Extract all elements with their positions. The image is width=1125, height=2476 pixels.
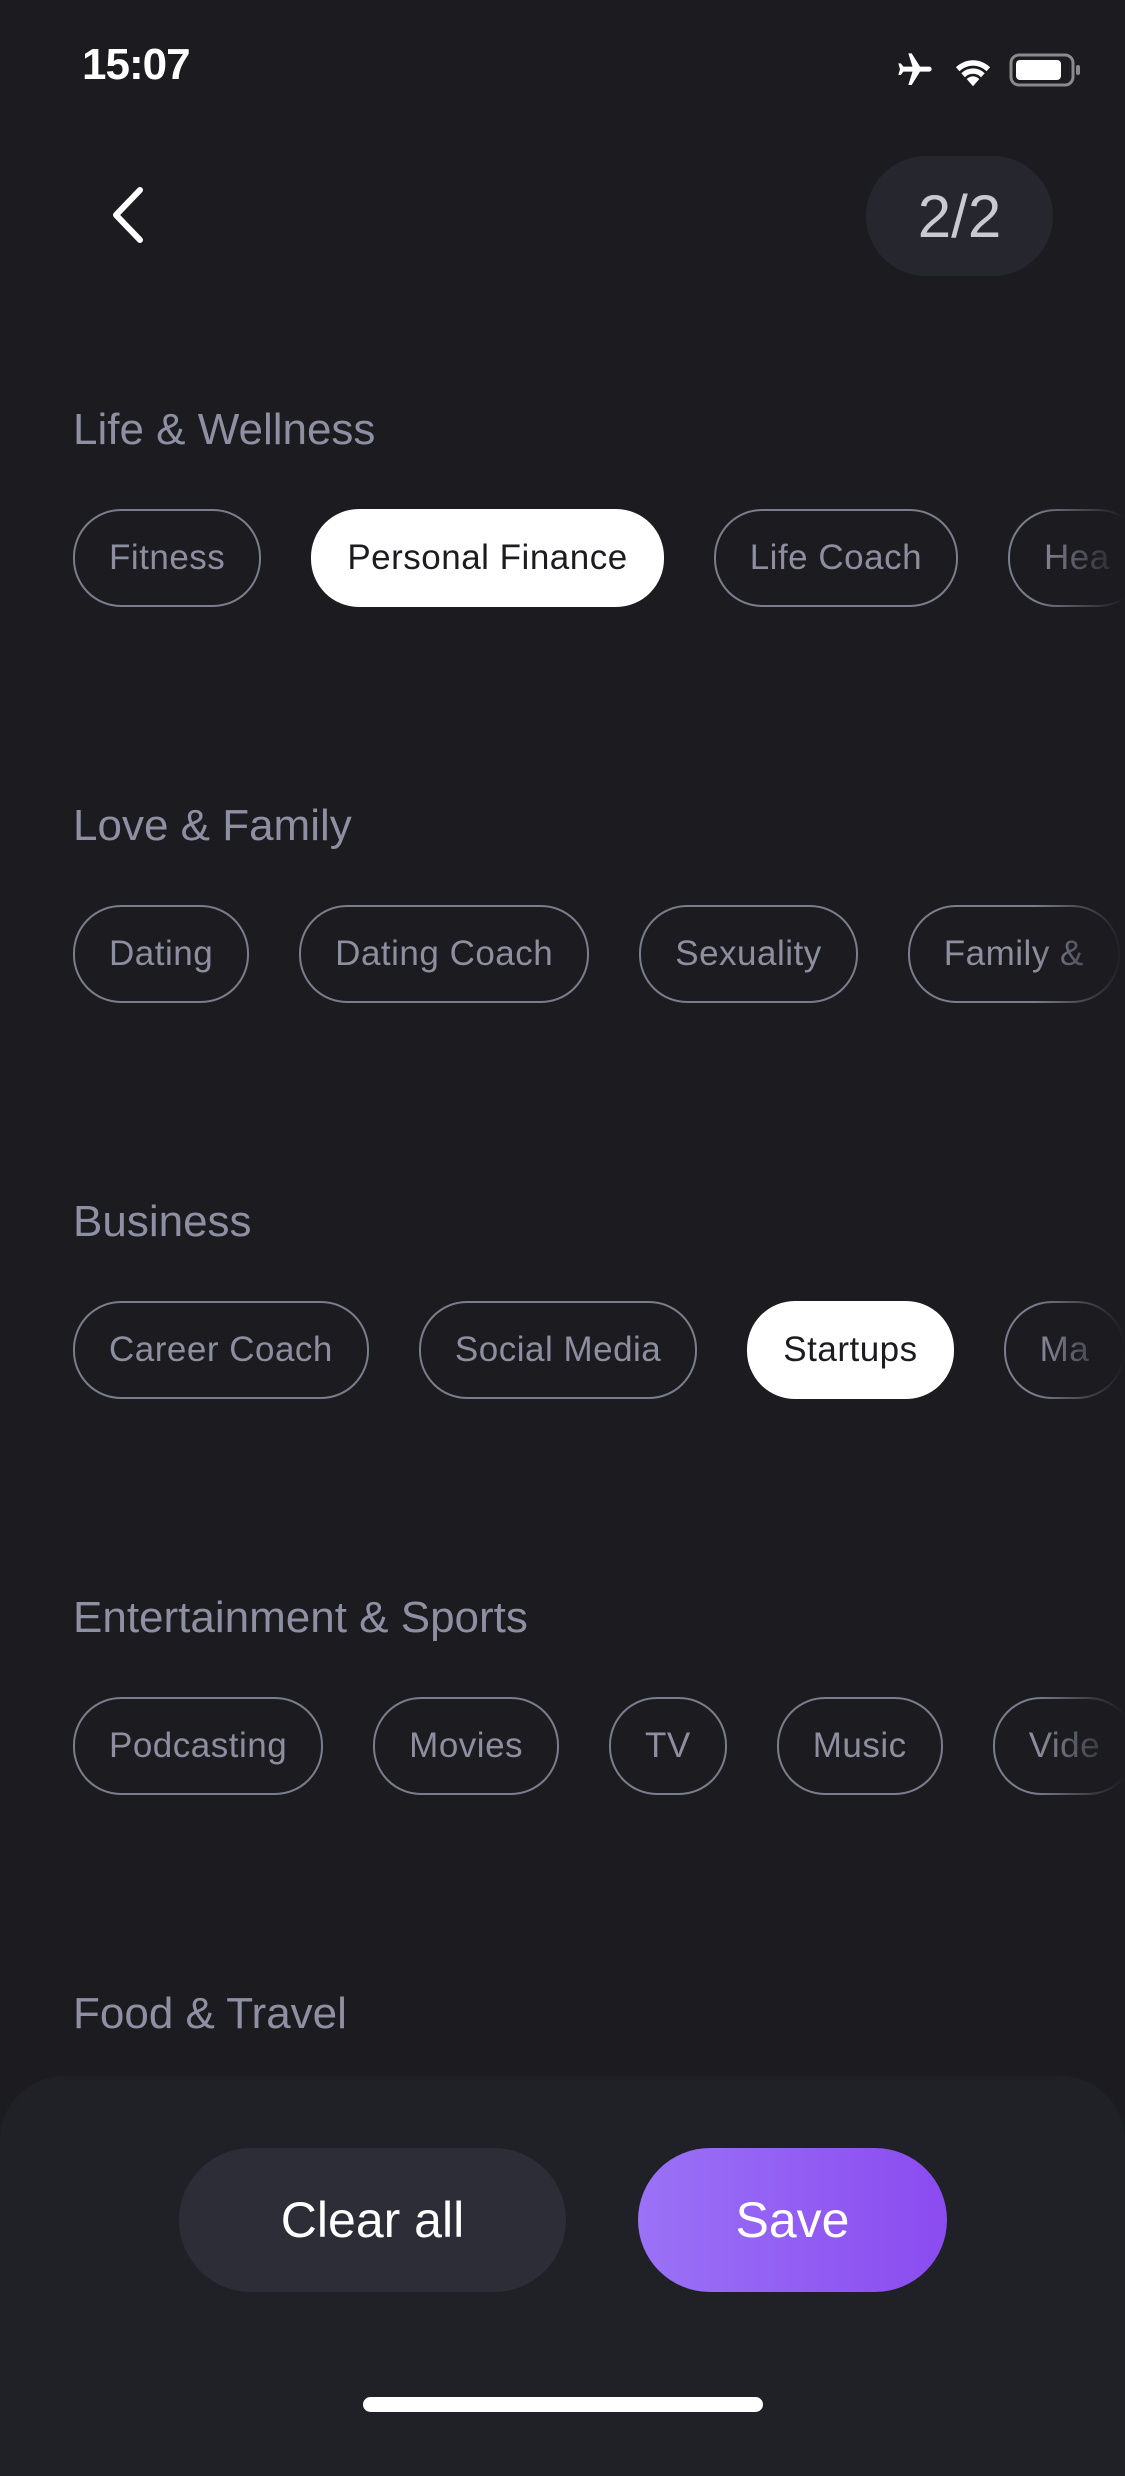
interest-chip[interactable]: Dating (73, 905, 250, 1003)
chevron-left-icon (113, 187, 143, 243)
interest-chip[interactable]: Personal Finance (311, 509, 664, 607)
interest-chip[interactable]: Ma (1003, 1301, 1125, 1399)
wifi-icon (955, 60, 991, 87)
interest-chip[interactable]: Fitness (73, 509, 262, 607)
interest-chip[interactable]: Life Coach (713, 509, 959, 607)
chip-row[interactable]: Podcasting Movies TV Music Vide (0, 1697, 1125, 1795)
interest-chip[interactable]: Family & (907, 905, 1120, 1003)
battery-icon (1009, 53, 1080, 87)
page-counter: 2/2 (866, 156, 1053, 276)
chip-row[interactable]: Dating Dating Coach Sexuality Family & (0, 905, 1125, 1003)
save-button[interactable]: Save (638, 2148, 947, 2292)
interest-chip[interactable]: Podcasting (73, 1697, 324, 1795)
interest-chip[interactable]: Career Coach (73, 1301, 369, 1399)
chip-row[interactable]: Career Coach Social Media Startups Ma (0, 1301, 1125, 1399)
interest-chip[interactable]: Sexuality (639, 905, 858, 1003)
airplane-icon (898, 53, 932, 85)
interest-chip[interactable]: Hea (1008, 509, 1125, 607)
clear-all-button[interactable]: Clear all (179, 2148, 566, 2292)
chip-row[interactable]: Fitness Personal Finance Life Coach Hea (0, 509, 1125, 607)
interest-chip[interactable]: Startups (747, 1301, 954, 1399)
home-indicator (363, 2397, 763, 2412)
bottom-sheet (0, 2076, 1125, 2476)
status-time: 15:07 (82, 40, 191, 89)
interest-chip[interactable]: Social Media (418, 1301, 698, 1399)
interest-chip[interactable]: Dating Coach (299, 905, 590, 1003)
interest-chip[interactable]: Music (776, 1697, 943, 1795)
section-title: Food & Travel (73, 1989, 347, 2038)
status-icons (893, 50, 1083, 90)
section-title: Love & Family (73, 801, 352, 850)
section-title: Life & Wellness (73, 405, 376, 454)
interest-chip[interactable]: Movies (373, 1697, 560, 1795)
interest-chip[interactable]: TV (609, 1697, 727, 1795)
section-title: Business (73, 1197, 252, 1246)
section-title: Entertainment & Sports (73, 1593, 528, 1642)
interest-chip[interactable]: Vide (992, 1697, 1125, 1795)
back-button[interactable] (100, 180, 160, 250)
